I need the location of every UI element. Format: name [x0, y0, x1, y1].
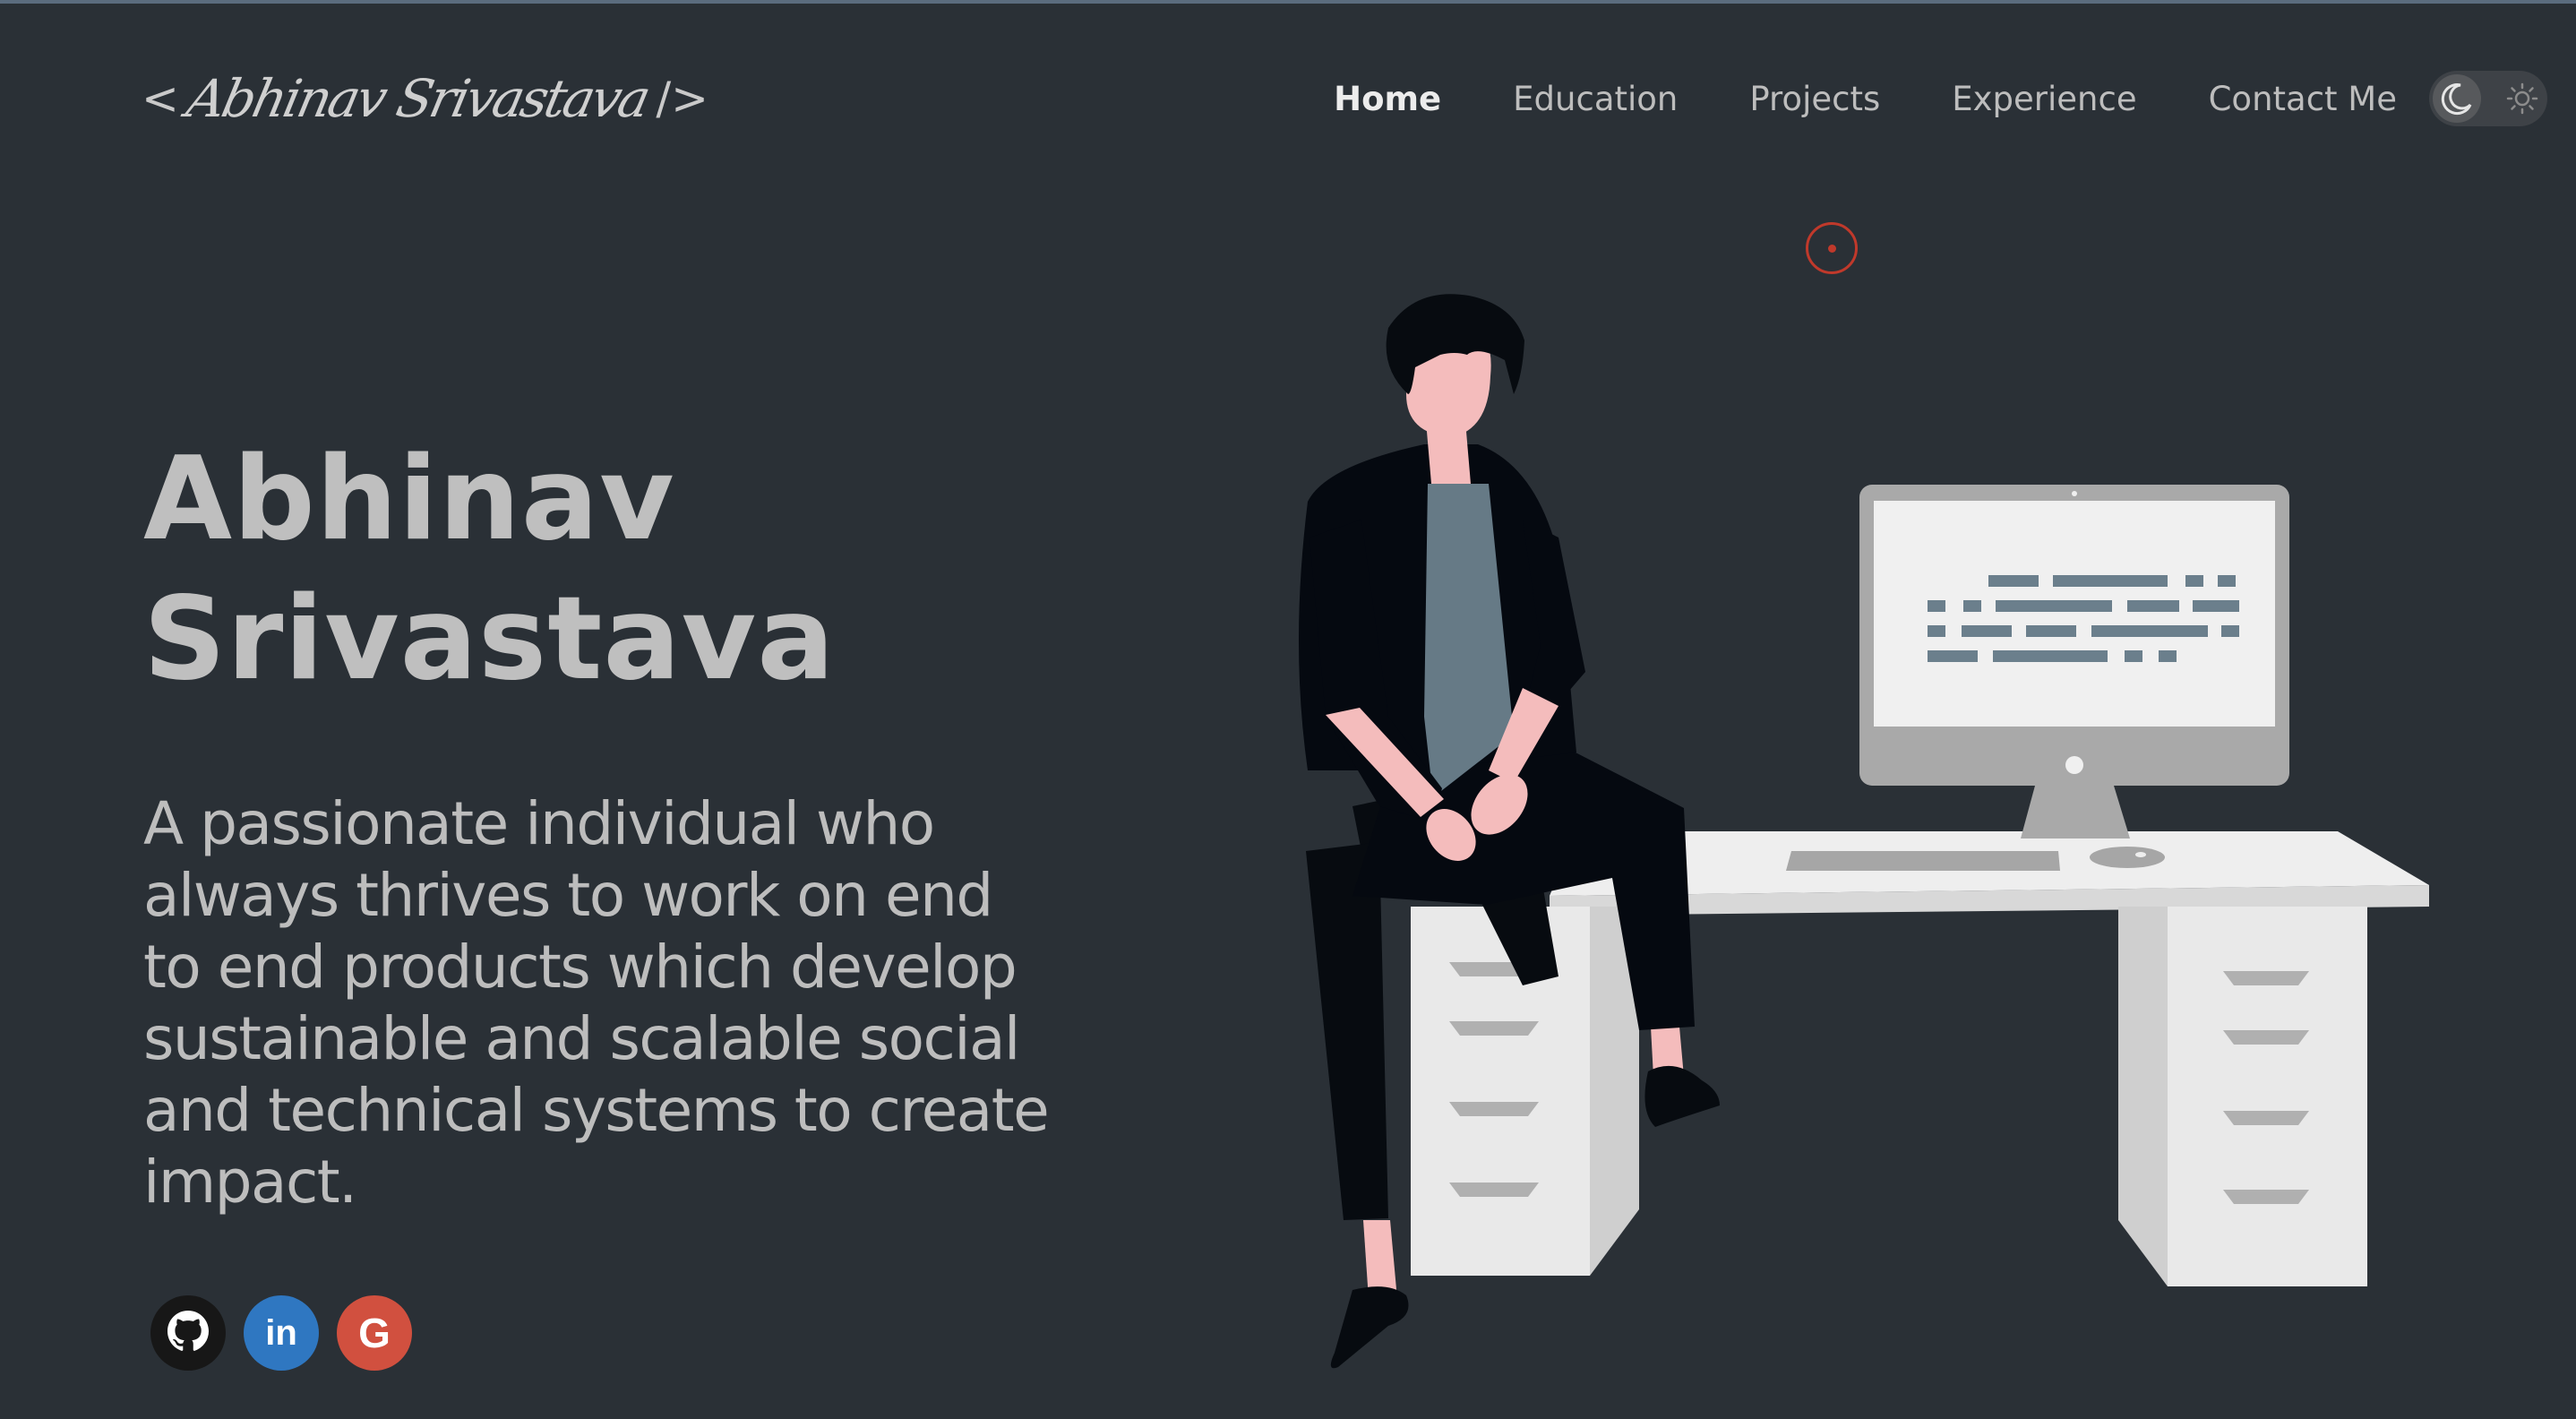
top-border: [0, 0, 2576, 4]
hero-name-line: Abhinav: [143, 433, 675, 566]
nav-experience[interactable]: Experience: [1952, 80, 2136, 118]
linkedin-icon: in: [265, 1312, 297, 1353]
social-links: in G: [150, 1295, 412, 1371]
github-button[interactable]: [150, 1295, 226, 1371]
sun-icon: [2506, 82, 2538, 118]
theme-toggle[interactable]: [2429, 71, 2547, 126]
nav-projects[interactable]: Projects: [1749, 80, 1880, 118]
site-logo[interactable]: < Abhinav Srivastava />: [142, 54, 708, 143]
hero-description-line: impact.: [143, 1148, 357, 1217]
github-icon: [167, 1311, 209, 1355]
hero-description-line: A passionate individual who: [143, 789, 935, 858]
logo-open-bracket: <: [142, 73, 179, 125]
hero-description-line: always thrives to work on end: [143, 861, 993, 930]
logo-close-bracket: />: [656, 73, 709, 125]
nav-education[interactable]: Education: [1513, 80, 1678, 118]
hero-name: Abhinav Srivastava: [143, 430, 1129, 710]
moon-icon: [2433, 74, 2481, 123]
main-nav: Home Education Projects Experience Conta…: [1334, 70, 2397, 127]
hero-description: A passionate individual who always thriv…: [143, 788, 1281, 1218]
portfolio-page: < Abhinav Srivastava /> Home Education P…: [0, 0, 2576, 1419]
hero-description-line: and technical systems to create: [143, 1076, 1050, 1145]
hero-name-line: Srivastava: [143, 572, 836, 706]
developer-at-desk-illustration: [1299, 294, 2429, 1369]
hero-description-line: to end products which develop: [143, 933, 1018, 1002]
hero-description-line: sustainable and scalable social: [143, 1004, 1020, 1073]
linkedin-button[interactable]: in: [244, 1295, 319, 1371]
nav-home[interactable]: Home: [1334, 80, 1441, 118]
nav-contact-me[interactable]: Contact Me: [2209, 80, 2397, 118]
google-icon: G: [358, 1310, 391, 1356]
logo-signature: Abhinav Srivastava: [181, 68, 654, 129]
google-button[interactable]: G: [337, 1295, 412, 1371]
custom-cursor: [1806, 222, 1858, 274]
